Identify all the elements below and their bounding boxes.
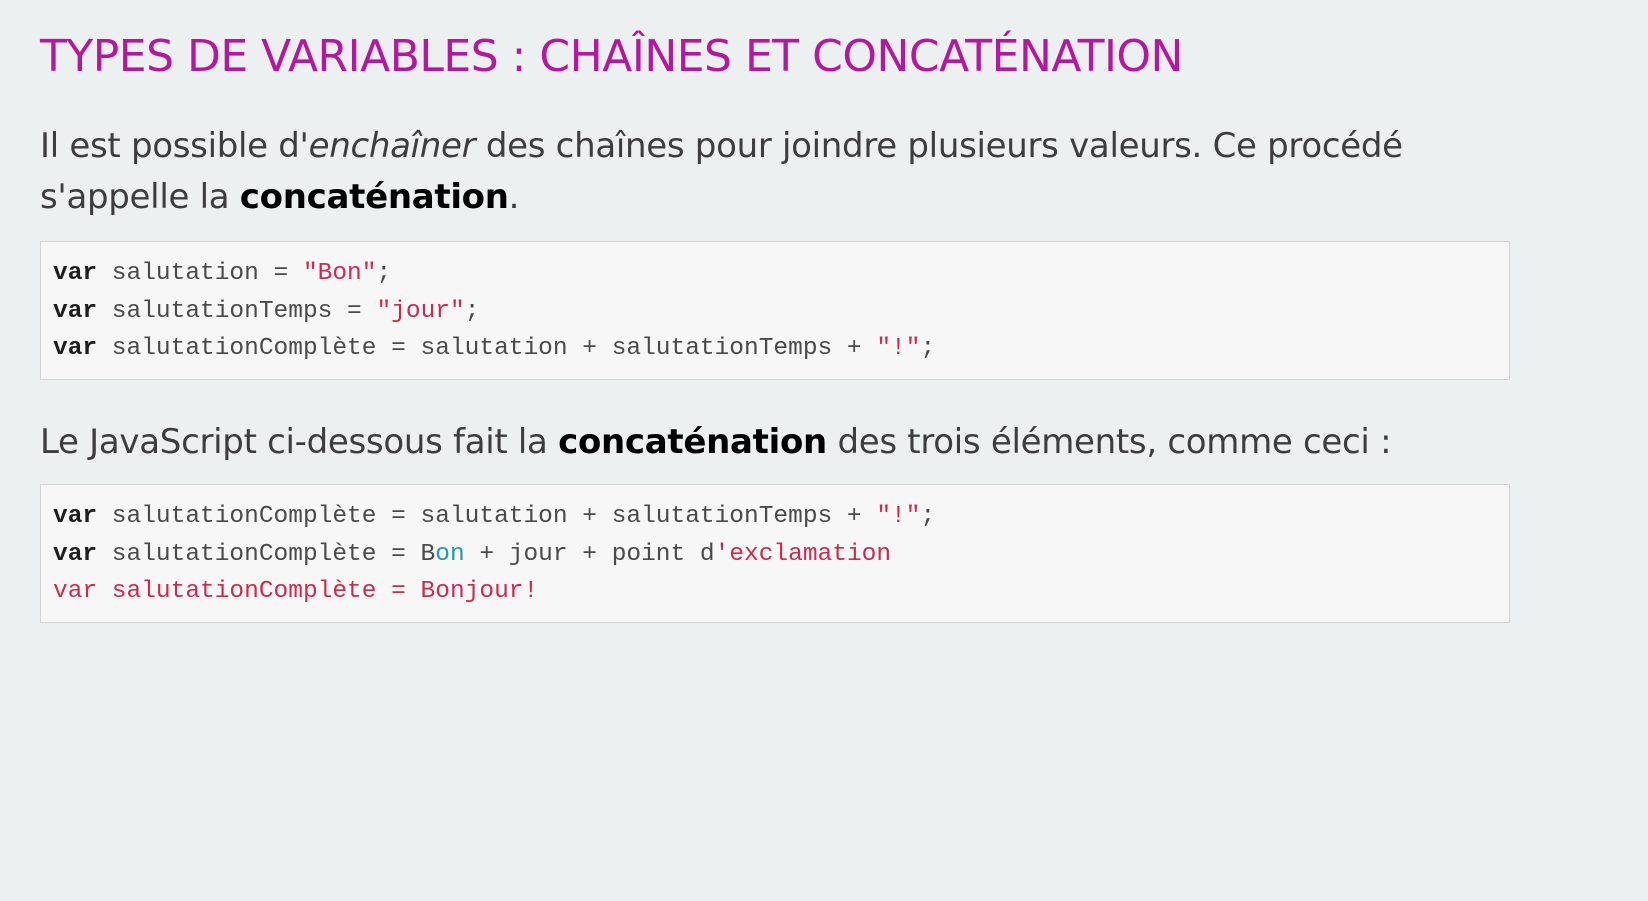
- intro-strong: concaténation: [239, 177, 509, 217]
- code-line-result: var salutationComplète = Bonjour!: [53, 578, 539, 605]
- code-string: "!": [876, 503, 921, 530]
- explanation-text-1: Le JavaScript ci-dessous fait la: [40, 422, 559, 462]
- explanation-text-2: des trois éléments, comme ceci :: [826, 422, 1392, 462]
- intro-text-1: Il est possible d': [40, 126, 309, 166]
- code-keyword: var: [53, 540, 98, 568]
- code-block-concatenation: var salutationComplète = salutation + sa…: [40, 484, 1510, 623]
- code-punct: ;: [920, 503, 936, 530]
- code-keyword: var: [53, 297, 98, 325]
- code-keyword: var: [53, 260, 98, 287]
- code-text: + jour + point d: [464, 540, 715, 568]
- page-title: TYPES DE VARIABLES : CHAÎNES ET CONCATÉN…: [40, 31, 1183, 82]
- code-keyword: var: [53, 335, 98, 362]
- code-text: salutationComplète = salutation + saluta…: [97, 335, 877, 362]
- code-line: var salutationComplète = salutation + sa…: [53, 330, 1509, 368]
- code-string: "!": [876, 335, 921, 362]
- code-text: salutationComplète = salutation + saluta…: [97, 503, 877, 530]
- intro-text-3: .: [508, 177, 520, 217]
- code-line: var salutation = "Bon";: [53, 255, 1509, 293]
- code-line: var salutationComplète = salutation + sa…: [53, 498, 1509, 536]
- code-text: salutationTemps =: [97, 297, 377, 325]
- code-highlight: on: [435, 540, 465, 568]
- code-punct: ;: [464, 297, 480, 325]
- code-string: "jour": [376, 297, 465, 325]
- intro-paragraph: Il est possible d'enchaîner des chaînes …: [40, 121, 1520, 223]
- code-text: salutation =: [97, 260, 303, 287]
- code-text: salutationComplète = B: [97, 540, 436, 568]
- code-line: var salutationTemps = "jour";: [53, 293, 1509, 331]
- explanation-paragraph: Le JavaScript ci-dessous fait la concaté…: [40, 417, 1520, 468]
- code-string: 'exclamation: [714, 540, 892, 568]
- code-punct: ;: [920, 335, 936, 362]
- code-line: var salutationComplète = Bon + jour + po…: [53, 536, 1509, 574]
- intro-emphasis: enchaîner: [308, 126, 476, 166]
- code-block-variables: var salutation = "Bon"; var salutationTe…: [40, 241, 1510, 380]
- code-keyword: var: [53, 503, 98, 530]
- code-punct: ;: [376, 260, 392, 287]
- code-string: "Bon": [302, 260, 377, 287]
- explanation-strong: concaténation: [558, 422, 827, 462]
